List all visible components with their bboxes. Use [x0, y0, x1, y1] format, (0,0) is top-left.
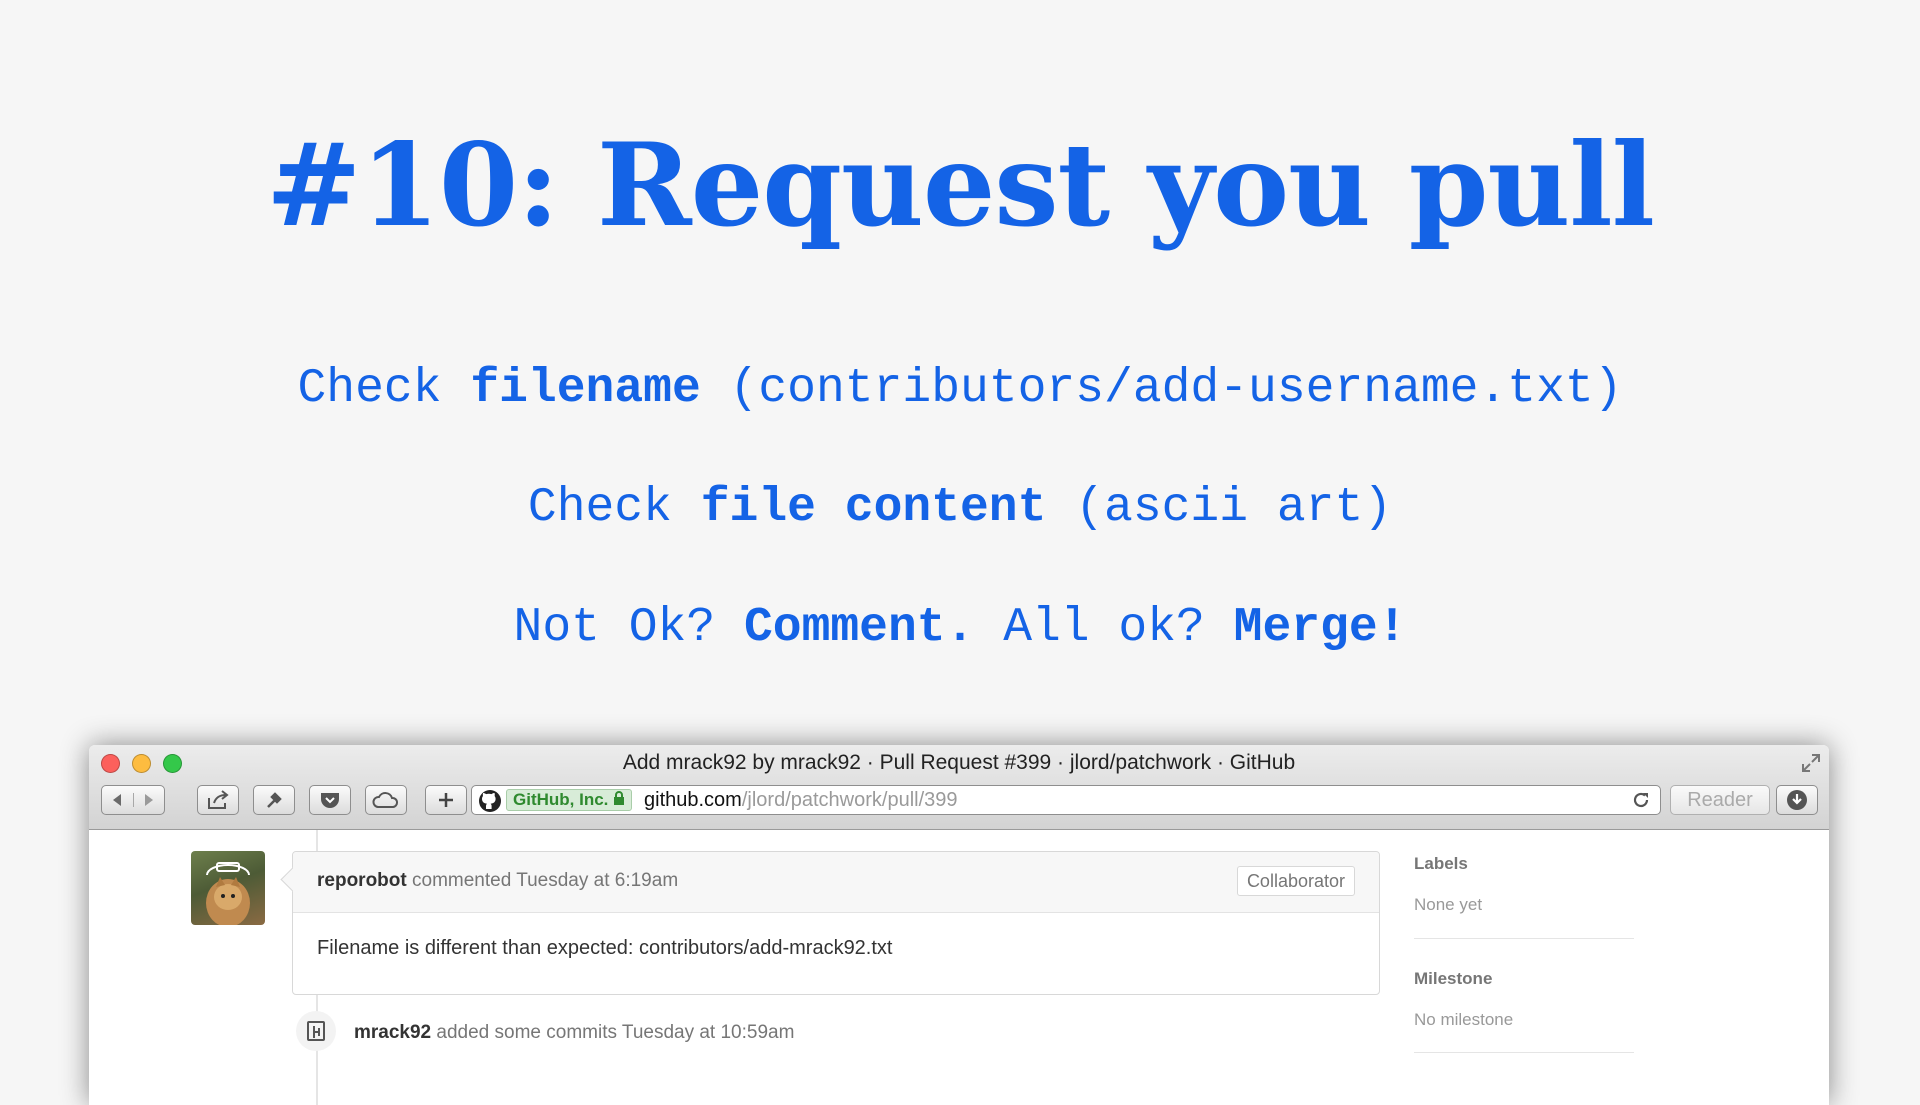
instruction-text: (ascii art) [1046, 481, 1393, 535]
window-title: Add mrack92 by mrack92 · Pull Request #3… [622, 751, 1296, 774]
web-inspector-button[interactable] [253, 785, 295, 815]
forward-arrow-icon[interactable] [134, 793, 165, 807]
wrench-icon [264, 790, 284, 810]
icloud-tabs-button[interactable] [365, 785, 407, 815]
page-content: reporobot commented Tuesday at 6:19am Co… [89, 830, 1829, 1105]
instruction-line-filename: Check filename (contributors/add-usernam… [0, 362, 1920, 416]
instruction-text: Not Ok? [513, 601, 744, 655]
slide-title: #10: Request you pull [266, 118, 1655, 252]
commit-event: mrack92 added some commits Tuesday at 10… [354, 1022, 794, 1044]
reload-icon[interactable] [1632, 791, 1650, 814]
comment: reporobot commented Tuesday at 6:19am Co… [280, 851, 1380, 995]
url-path: /jlord/patchwork/pull/399 [741, 789, 958, 811]
url-text: github.com/jlord/patchwork/pull/399 [644, 789, 958, 811]
instruction-line-content: Check file content (ascii art) [0, 481, 1920, 535]
address-bar[interactable]: GitHub, Inc. github.com/jlord/patchwork/… [471, 785, 1661, 815]
url-host: github.com [644, 789, 742, 811]
instruction-text: All ok? [974, 601, 1234, 655]
collaborator-badge: Collaborator [1236, 866, 1355, 896]
download-icon [1786, 789, 1808, 811]
sidebar-divider [1414, 938, 1634, 939]
pocket-icon [319, 791, 341, 809]
downloads-button[interactable] [1776, 785, 1818, 815]
instruction-emphasis: Comment. [743, 601, 975, 655]
instruction-line-action: Not Ok? Comment. All ok? Merge! [0, 601, 1920, 655]
pocket-button[interactable] [309, 785, 351, 815]
comment-header: reporobot commented Tuesday at 6:19am Co… [293, 852, 1379, 913]
github-octocat-icon [478, 789, 502, 818]
instruction-emphasis: filename [470, 362, 701, 416]
browser-toolbar: Add mrack92 by mrack92 · Pull Request #3… [89, 745, 1829, 830]
share-button[interactable] [197, 785, 239, 815]
instruction-text: Check [297, 362, 471, 416]
plus-icon [438, 792, 454, 808]
avatar[interactable] [191, 851, 265, 925]
labels-value: None yet [1414, 895, 1483, 914]
share-icon [206, 790, 230, 810]
comment-timestamp[interactable]: commented Tuesday at 6:19am [407, 870, 678, 891]
reader-button[interactable]: Reader [1670, 785, 1770, 815]
comment-body: Filename is different than expected: con… [317, 937, 893, 959]
instruction-text: Check [527, 481, 701, 535]
cloud-icon [372, 791, 400, 809]
comment-author-link[interactable]: reporobot [317, 870, 407, 891]
labels-heading[interactable]: Labels [1414, 854, 1468, 874]
event-author-link[interactable]: mrack92 [354, 1022, 431, 1043]
browser-window: Add mrack92 by mrack92 · Pull Request #3… [89, 745, 1829, 1105]
comment-meta: reporobot commented Tuesday at 6:19am [317, 870, 678, 892]
commit-event-icon [296, 1011, 336, 1051]
cert-label: GitHub, Inc. [513, 790, 609, 809]
milestone-heading[interactable]: Milestone [1414, 969, 1492, 989]
fullscreen-icon[interactable] [1801, 753, 1821, 773]
instruction-emphasis: Merge! [1233, 601, 1407, 655]
event-description: added some commits Tuesday at 10:59am [431, 1022, 795, 1043]
back-arrow-icon[interactable] [102, 793, 134, 807]
lock-icon [613, 789, 625, 811]
milestone-value: No milestone [1414, 1010, 1514, 1029]
new-tab-button[interactable] [425, 785, 467, 815]
instruction-text: (contributors/add-username.txt) [700, 362, 1623, 416]
instruction-emphasis: file content [700, 481, 1047, 535]
sidebar-divider [1414, 1052, 1634, 1053]
ev-certificate-badge[interactable]: GitHub, Inc. [506, 789, 633, 811]
back-forward-control [101, 785, 165, 815]
